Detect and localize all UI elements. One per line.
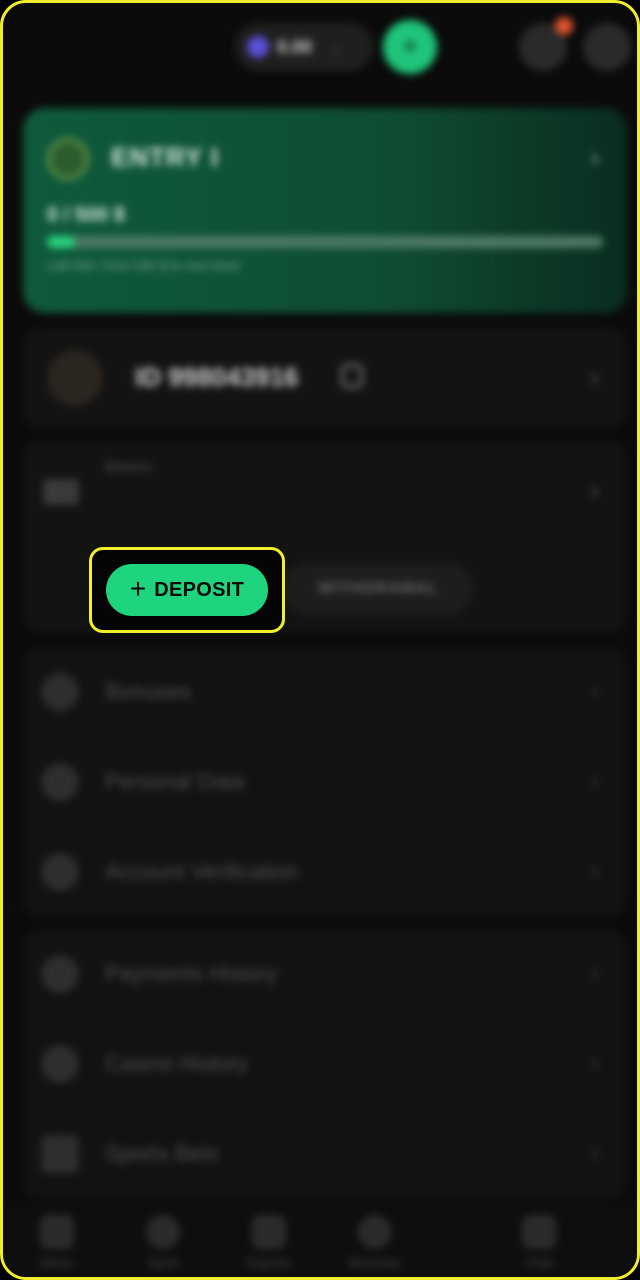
chevron-right-icon: › [591, 767, 599, 794]
gamepad-icon [252, 1215, 286, 1249]
level-hint: Left 500 / from 500 $ to next level [47, 258, 240, 273]
header-balance: 0.00 [277, 36, 313, 57]
coin-icon [247, 36, 269, 58]
user-id: ID 998043916 [135, 362, 299, 392]
level-badge-icon [47, 138, 89, 180]
chevron-down-icon: ⌄ [330, 38, 342, 55]
chat-icon [522, 1215, 556, 1249]
menu-item-sports-bets[interactable]: Sports Bets › [23, 1109, 627, 1199]
ticket-icon [41, 1135, 79, 1173]
chevron-right-icon: › [591, 857, 599, 884]
notification-badge [555, 17, 573, 35]
menu-item-label: Personal Data [105, 769, 245, 794]
shield-icon [41, 853, 79, 891]
deposit-button[interactable]: + DEPOSIT [106, 564, 268, 616]
level-progress-text: 0 / 500 $ [47, 204, 125, 226]
menu-icon [40, 1215, 74, 1249]
level-title: ENTRY I [111, 142, 220, 172]
chevron-right-icon[interactable]: › [590, 475, 599, 506]
menu-item-label: Casino History [105, 1051, 249, 1076]
plus-icon: + [129, 572, 147, 604]
bottom-nav: Menu Sport Esports Bonuses Chat [3, 1203, 637, 1277]
menu-item-account-verification[interactable]: Account Verification › [23, 827, 627, 917]
menu-item-bonuses[interactable]: Bonuses › [23, 647, 627, 737]
menu-item-label: Sports Bets [105, 1141, 219, 1166]
menu-item-label: Account Verification [105, 859, 299, 884]
nav-label: Bonuses [349, 1255, 401, 1270]
plus-icon[interactable]: + [383, 20, 437, 74]
copy-icon[interactable] [341, 364, 363, 388]
casino-icon [41, 1045, 79, 1083]
gift-icon [41, 673, 79, 711]
balance-label: Balance [105, 459, 152, 474]
menu-group-account: Bonuses › Personal Data › Account Verifi… [23, 647, 627, 917]
wallet-icon [43, 479, 79, 505]
balance-selector[interactable]: 0.00 ⌄ [235, 23, 373, 71]
menu-item-label: Payments History [105, 961, 278, 986]
avatar[interactable] [583, 23, 631, 71]
nav-label: Menu [40, 1255, 74, 1270]
user-icon [41, 763, 79, 801]
chevron-right-icon: › [591, 1139, 599, 1166]
menu-group-history: Payments History › Casino History › Spor… [23, 929, 627, 1199]
nav-item-esports[interactable]: Esports [219, 1215, 319, 1277]
nav-item-menu[interactable]: Menu [7, 1215, 107, 1277]
deposit-label: DEPOSIT [154, 578, 245, 601]
menu-item-personal-data[interactable]: Personal Data › [23, 737, 627, 827]
chevron-right-icon: › [590, 142, 599, 172]
level-progress-bar [47, 236, 603, 248]
bell-icon[interactable] [519, 17, 573, 71]
gift-icon [358, 1215, 392, 1249]
app-frame: 0.00 ⌄ + ENTRY I › 0 / 500 $ Left 500 / … [0, 0, 640, 1280]
history-icon [41, 955, 79, 993]
blurred-background: 0.00 ⌄ + ENTRY I › 0 / 500 $ Left 500 / … [3, 3, 637, 1277]
nav-label: Chat [525, 1255, 553, 1270]
chevron-right-icon: › [591, 677, 599, 704]
nav-label: Sport [147, 1255, 179, 1270]
withdraw-button[interactable]: WITHDRAWAL [283, 563, 473, 615]
top-bar: 0.00 ⌄ + [3, 3, 637, 93]
avatar [47, 350, 103, 406]
level-card[interactable]: ENTRY I › 0 / 500 $ Left 500 / from 500 … [23, 108, 627, 313]
nav-label: Esports [246, 1255, 292, 1270]
nav-item-chat[interactable]: Chat [489, 1215, 589, 1277]
menu-item-casino-history[interactable]: Casino History › [23, 1019, 627, 1109]
nav-item-sport[interactable]: Sport [113, 1215, 213, 1277]
nav-item-bonuses[interactable]: Bonuses [325, 1215, 425, 1277]
chevron-right-icon: › [591, 959, 599, 986]
ball-icon [146, 1215, 180, 1249]
menu-item-label: Bonuses [105, 679, 191, 704]
chevron-right-icon: › [590, 362, 599, 392]
menu-item-payments-history[interactable]: Payments History › [23, 929, 627, 1019]
level-progress-fill [47, 236, 75, 248]
chevron-right-icon: › [591, 1049, 599, 1076]
profile-row[interactable]: ID 998043916 › [23, 328, 627, 428]
